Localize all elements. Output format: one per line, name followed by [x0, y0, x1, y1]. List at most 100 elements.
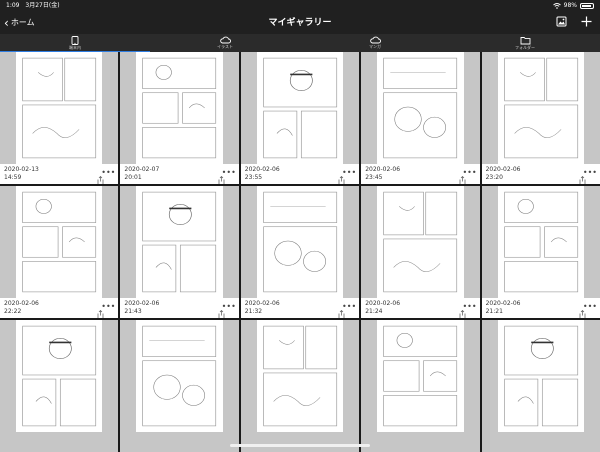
gallery-item[interactable]: 2020-02-07 20:01 •••: [120, 52, 239, 184]
manga-page-thumbnail[interactable]: [136, 52, 223, 164]
status-date: 3月27日(金): [25, 2, 60, 9]
navigation-bar: ‹ ホーム マイギャラリー: [0, 12, 600, 34]
gallery-item[interactable]: 2020-02-06 23:55 •••: [240, 52, 360, 184]
gallery-item[interactable]: [0, 320, 119, 452]
gallery-item[interactable]: 2020-02-06 21:43 •••: [120, 186, 239, 318]
tab-illustration[interactable]: イラスト: [150, 34, 300, 52]
item-timestamp: 2020-02-06 21:32: [245, 300, 280, 316]
gallery-item[interactable]: [361, 320, 480, 452]
item-date: 2020-02-06: [124, 300, 160, 307]
battery-icon: [580, 3, 594, 9]
item-time: 14:59: [4, 174, 22, 181]
status-bar: 1:09 3月27日(金) 98%: [0, 0, 600, 12]
item-time: 21:21: [485, 308, 503, 315]
status-time: 1:09: [6, 2, 20, 9]
more-options-button[interactable]: •••: [342, 303, 356, 311]
manga-page-thumbnail[interactable]: [377, 320, 464, 432]
image-import-icon[interactable]: [556, 16, 567, 27]
item-timestamp: 2020-02-06 23:55: [245, 166, 280, 182]
gallery-item[interactable]: 2020-02-06 23:45 •••: [361, 52, 480, 184]
more-options-button[interactable]: •••: [342, 169, 356, 177]
more-options-button[interactable]: •••: [222, 303, 236, 311]
manga-page-thumbnail[interactable]: [377, 52, 464, 164]
tab-label: フォルダー: [515, 45, 535, 50]
item-meta: 2020-02-06 23:55 •••: [240, 164, 360, 184]
item-date: 2020-02-07: [124, 166, 160, 173]
gallery-item[interactable]: 2020-02-06 21:21 •••: [481, 186, 600, 318]
nav-actions: [556, 16, 592, 27]
item-time: 23:55: [244, 174, 263, 181]
status-indicators: 98%: [552, 0, 594, 12]
item-meta: 2020-02-06 22:22 •••: [0, 298, 119, 318]
gallery-item[interactable]: 2020-02-13 14:59 •••: [0, 52, 119, 184]
manga-page-thumbnail[interactable]: [256, 52, 344, 164]
item-meta: 2020-02-06 23:45 •••: [361, 164, 480, 184]
tab-manga[interactable]: マンガ: [300, 34, 450, 52]
home-indicator[interactable]: [230, 444, 370, 447]
gallery-grid: 2020-02-13 14:59 ••• 2020-02-07 20:01 ••• 2020…: [0, 52, 600, 452]
status-time-date: 1:09 3月27日(金): [6, 0, 64, 12]
more-options-button[interactable]: •••: [583, 169, 597, 177]
tab-bar: 端末内 イラスト マンガ フォルダー: [0, 34, 600, 52]
more-options-button[interactable]: •••: [462, 303, 476, 311]
more-options-button[interactable]: •••: [222, 169, 236, 177]
manga-page-thumbnail[interactable]: [497, 320, 584, 432]
manga-page-thumbnail[interactable]: [136, 186, 223, 298]
item-time: 21:32: [244, 308, 263, 315]
cloud-icon: [219, 36, 231, 44]
manga-page-thumbnail[interactable]: [136, 320, 223, 432]
manga-page-thumbnail[interactable]: [256, 186, 344, 298]
cloud-icon: [369, 36, 381, 44]
item-meta: 2020-02-13 14:59 •••: [0, 164, 119, 184]
item-time: 21:43: [124, 308, 142, 315]
item-date: 2020-02-06: [485, 166, 521, 173]
item-date: 2020-02-06: [365, 300, 401, 307]
item-time: 22:22: [4, 308, 22, 315]
tab-label: イラスト: [217, 44, 233, 49]
manga-page-thumbnail[interactable]: [16, 186, 103, 298]
manga-page-thumbnail[interactable]: [16, 320, 103, 432]
gallery-item[interactable]: [120, 320, 239, 452]
item-date: 2020-02-06: [4, 300, 39, 307]
item-timestamp: 2020-02-06 22:22: [4, 300, 39, 316]
item-time: 23:45: [365, 174, 383, 181]
more-options-button[interactable]: •••: [101, 303, 115, 311]
item-meta: 2020-02-06 23:20 •••: [481, 164, 600, 184]
wifi-icon: [552, 3, 561, 9]
item-date: 2020-02-06: [485, 300, 521, 307]
gallery-item[interactable]: 2020-02-06 23:20 •••: [481, 52, 600, 184]
gallery-item[interactable]: [481, 320, 600, 452]
battery-percent: 98%: [563, 2, 577, 9]
item-timestamp: 2020-02-06 21:43: [124, 300, 159, 316]
item-time: 20:01: [124, 174, 142, 181]
item-meta: 2020-02-06 21:24 •••: [361, 298, 480, 318]
manga-page-thumbnail[interactable]: [377, 186, 464, 298]
item-timestamp: 2020-02-06 23:20: [486, 166, 521, 182]
more-options-button[interactable]: •••: [101, 169, 115, 177]
item-meta: 2020-02-06 21:43 •••: [120, 298, 239, 318]
tab-label: マンガ: [369, 44, 381, 49]
gallery-item[interactable]: 2020-02-06 21:24 •••: [361, 186, 480, 318]
more-options-button[interactable]: •••: [583, 303, 597, 311]
item-timestamp: 2020-02-06 21:24: [365, 300, 400, 316]
add-icon[interactable]: [581, 16, 592, 27]
item-meta: 2020-02-06 21:21 •••: [481, 298, 600, 318]
item-timestamp: 2020-02-13 14:59: [4, 166, 39, 182]
item-date: 2020-02-06: [365, 166, 401, 173]
manga-page-thumbnail[interactable]: [16, 52, 103, 164]
item-timestamp: 2020-02-07 20:01: [124, 166, 159, 182]
more-options-button[interactable]: •••: [462, 169, 476, 177]
item-time: 23:20: [485, 174, 503, 181]
manga-page-thumbnail[interactable]: [256, 320, 344, 432]
tab-folder[interactable]: フォルダー: [450, 34, 600, 52]
tablet-icon: [71, 36, 79, 45]
item-timestamp: 2020-02-06 21:21: [486, 300, 521, 316]
item-meta: 2020-02-06 21:32 •••: [240, 298, 360, 318]
tab-device[interactable]: 端末内: [0, 34, 150, 52]
gallery-item[interactable]: 2020-02-06 22:22 •••: [0, 186, 119, 318]
gallery-item[interactable]: 2020-02-06 21:32 •••: [240, 186, 360, 318]
manga-page-thumbnail[interactable]: [497, 186, 584, 298]
gallery-item[interactable]: [240, 320, 360, 452]
manga-page-thumbnail[interactable]: [497, 52, 584, 164]
item-date: 2020-02-13: [4, 166, 39, 173]
